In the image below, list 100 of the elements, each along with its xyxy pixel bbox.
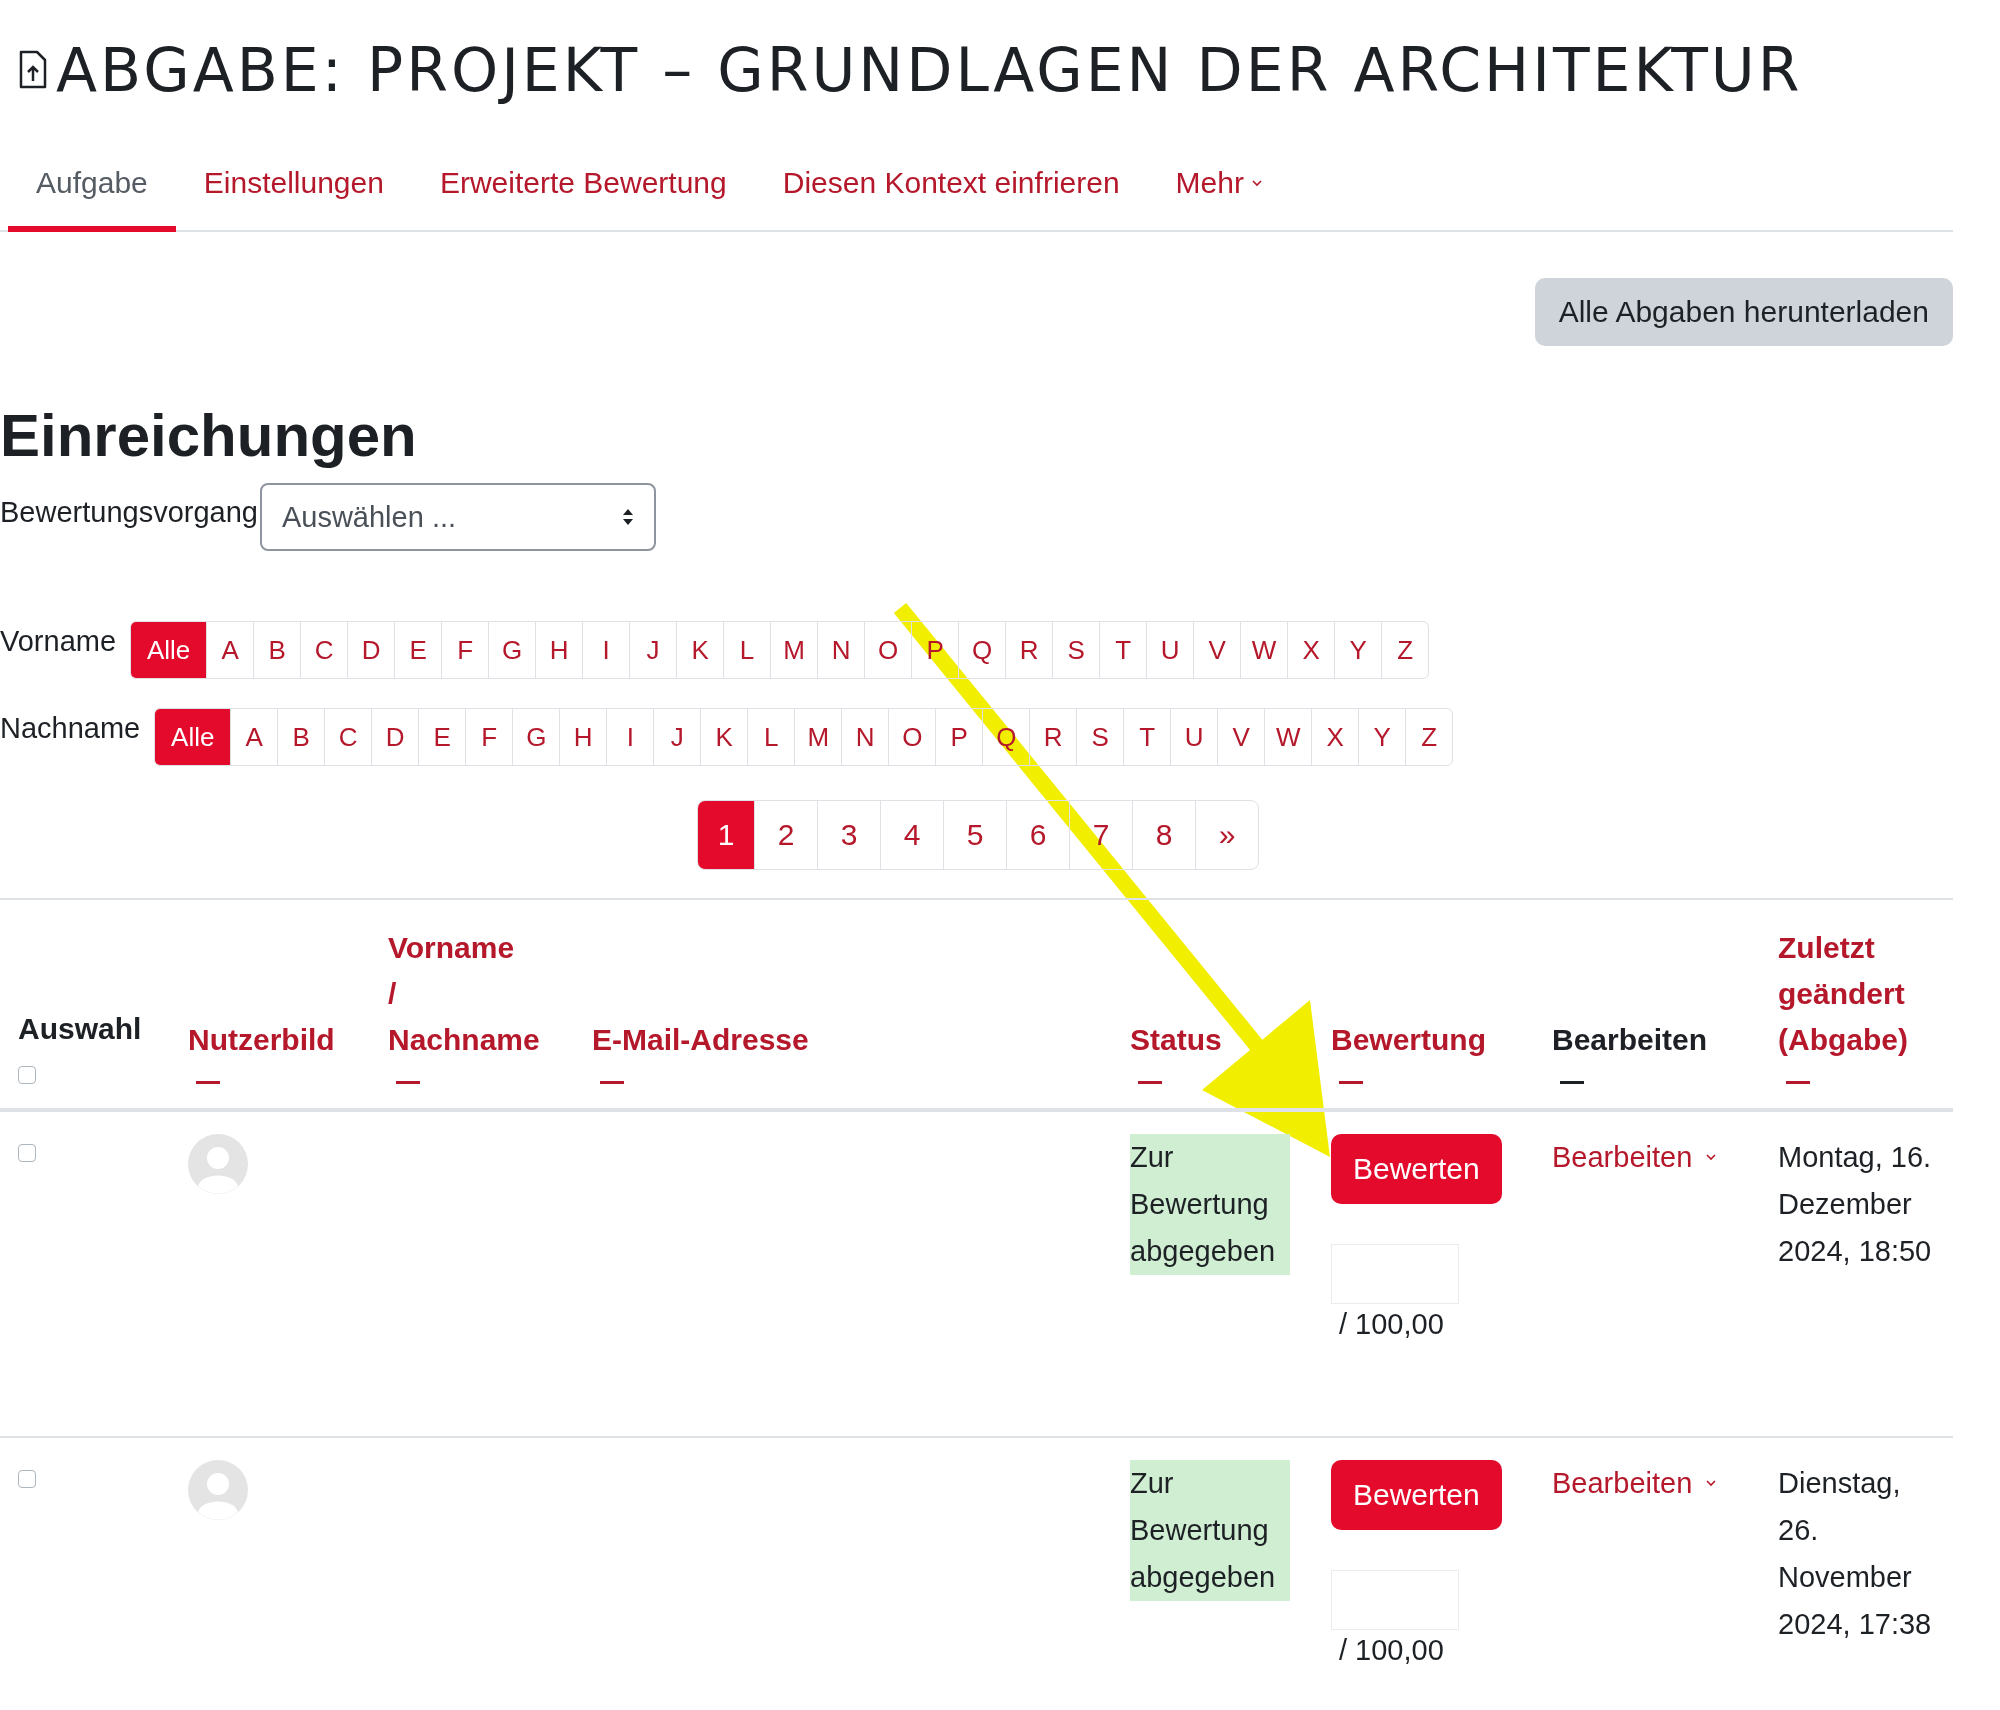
page-link[interactable]: 1 [698,801,754,869]
initial-filter[interactable]: U [1146,622,1194,678]
initial-filter[interactable]: N [841,709,889,765]
select-all-checkbox[interactable] [18,1066,36,1084]
initial-filter[interactable]: Q [982,709,1030,765]
initial-filter[interactable]: A [230,709,278,765]
collapse-icon[interactable] [1138,1081,1162,1084]
initial-filter[interactable]: X [1311,709,1359,765]
column-header-link[interactable]: Nachname [388,1017,540,1063]
column-header-link[interactable]: Status [1130,1017,1222,1063]
row-checkbox[interactable] [18,1470,36,1488]
initial-filter[interactable]: U [1170,709,1218,765]
initial-filter[interactable]: P [911,622,959,678]
initial-filter[interactable]: D [371,709,419,765]
nav-tab[interactable]: Aufgabe [8,146,176,232]
collapse-icon[interactable] [1786,1081,1810,1084]
initial-filter[interactable]: I [606,709,654,765]
initial-filter[interactable]: C [300,622,348,678]
initial-filter[interactable]: X [1287,622,1335,678]
page-link[interactable]: » [1195,801,1258,869]
column-header-link[interactable]: Vorname [388,925,515,971]
initial-filter[interactable]: I [582,622,630,678]
nav-tab[interactable]: Diesen Kontext einfrieren [754,146,1148,232]
nav-tab[interactable]: Einstellungen [175,146,412,232]
nav-tab[interactable]: Erweiterte Bewertung [411,146,755,232]
initial-filter[interactable]: V [1217,709,1265,765]
column-header-link[interactable]: Zuletzt geändert (Abgabe) [1778,925,1945,1063]
initial-filter[interactable]: J [629,622,677,678]
collapse-icon[interactable] [1560,1081,1584,1084]
initial-filter[interactable]: Z [1381,622,1429,678]
initial-filter[interactable]: Alle [131,622,207,678]
initial-filter[interactable]: P [935,709,983,765]
initial-filter[interactable]: M [770,622,818,678]
initial-filter[interactable]: Y [1334,622,1382,678]
initial-filter[interactable]: L [747,709,795,765]
action-select[interactable]: Auswählen ... [259,483,656,551]
initial-filter[interactable]: K [700,709,748,765]
initial-filter[interactable]: O [864,622,912,678]
avatar-icon [188,1460,248,1520]
page-link[interactable]: 7 [1069,801,1132,869]
initial-filter[interactable]: A [206,622,254,678]
initial-filter[interactable]: B [277,709,325,765]
initial-filter[interactable]: V [1193,622,1241,678]
page-link[interactable]: 4 [880,801,943,869]
page-link[interactable]: 6 [1006,801,1069,869]
grade-button[interactable]: Bewerten [1331,1460,1502,1530]
initial-filter[interactable]: Q [958,622,1006,678]
page-link[interactable]: 3 [817,801,880,869]
initial-filter[interactable]: R [1029,709,1077,765]
grade-maximum: / 100,00 [1339,1633,1444,1668]
page-title: ABGABE: PROJEKT – GRUNDLAGEN DER ARCHITEKTUR [56,35,1803,105]
download-button[interactable]: Alle Abgaben herunterladen [1534,278,1953,346]
initial-filter[interactable]: Alle [155,709,231,765]
nav-tab[interactable]: Mehr [1147,146,1290,232]
initial-filter[interactable]: G [512,709,560,765]
row-checkbox[interactable] [18,1144,36,1162]
initial-filter[interactable]: Z [1405,709,1453,765]
initial-filter[interactable]: T [1123,709,1171,765]
initial-filter[interactable]: L [723,622,771,678]
file-upload-icon [18,50,48,90]
column-header-link[interactable]: E-Mail-Adresse [592,1017,809,1063]
initial-filter[interactable]: M [794,709,842,765]
initial-filter[interactable]: S [1076,709,1124,765]
edit-menu[interactable]: Bearbeiten [1552,1134,1717,1181]
initial-filter[interactable]: O [888,709,936,765]
column-header-link[interactable]: Nutzerbild [188,1017,335,1063]
grade-maximum: / 100,00 [1339,1307,1444,1342]
initial-filter[interactable]: B [253,622,301,678]
initial-filter[interactable]: K [676,622,724,678]
initial-filter[interactable]: W [1240,622,1288,678]
column-header-link[interactable]: / [388,971,397,1017]
collapse-icon[interactable] [600,1081,624,1084]
page-link[interactable]: 5 [943,801,1006,869]
collapse-icon[interactable] [1339,1081,1363,1084]
grade-button[interactable]: Bewerten [1331,1134,1502,1204]
status-badge: Zur Bewertung abgegeben [1130,1134,1290,1275]
initial-filter[interactable]: T [1099,622,1147,678]
page-link[interactable]: 8 [1132,801,1195,869]
initial-filter[interactable]: N [817,622,865,678]
initial-filter[interactable]: C [324,709,372,765]
initial-filter[interactable]: F [441,622,489,678]
initial-filter[interactable]: H [535,622,583,678]
initial-filter[interactable]: H [559,709,607,765]
initial-filter[interactable]: E [394,622,442,678]
caret-icon [1251,179,1262,187]
initial-filter[interactable]: Y [1358,709,1406,765]
initial-filter[interactable]: G [488,622,536,678]
caret-icon [1706,1480,1717,1487]
initial-filter[interactable]: W [1264,709,1312,765]
initial-filter[interactable]: S [1052,622,1100,678]
page-link[interactable]: 2 [754,801,817,869]
initial-filter[interactable]: J [653,709,701,765]
initial-filter[interactable]: R [1005,622,1053,678]
initial-filter[interactable]: F [465,709,513,765]
initial-filter[interactable]: D [347,622,395,678]
edit-menu[interactable]: Bearbeiten [1552,1460,1717,1507]
collapse-icon[interactable] [196,1081,220,1084]
initial-filter[interactable]: E [418,709,466,765]
collapse-icon[interactable] [396,1081,420,1084]
column-header-link[interactable]: Bewertung [1331,1017,1486,1063]
